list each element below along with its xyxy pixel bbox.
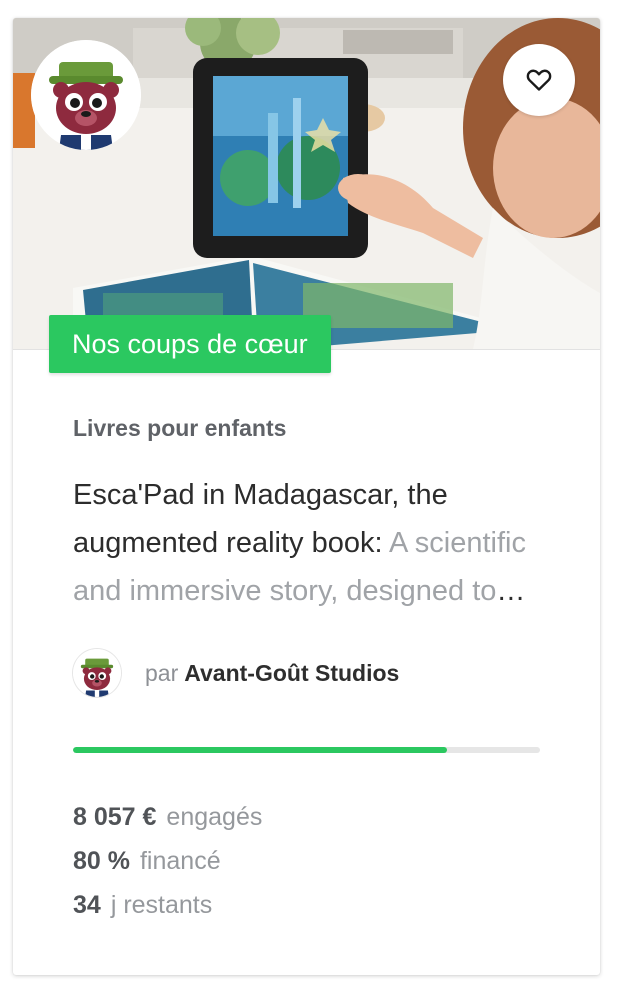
project-card[interactable]: Nos coups de cœur Livres pour enfants Es… — [13, 18, 600, 975]
stat-funded-label: financé — [139, 847, 221, 875]
stat-funded-value: 80 % — [73, 847, 130, 875]
project-category[interactable]: Livres pour enfants — [73, 415, 286, 442]
bear-mascot-icon — [31, 40, 141, 150]
stat-days-left: 34 j restants — [73, 883, 262, 927]
stat-days-left-label: j restants — [110, 891, 213, 919]
stat-pledged: 8 057 € engagés — [73, 795, 262, 839]
owner-byline: par Avant-Goût Studios — [145, 660, 399, 687]
project-owner[interactable]: par Avant-Goût Studios — [73, 648, 399, 698]
project-image[interactable] — [13, 18, 600, 350]
owner-avatar — [73, 649, 121, 697]
project-stats: 8 057 € engagés 80 % financé 34 j restants — [73, 795, 262, 927]
funding-progress-bar — [73, 747, 540, 753]
owner-name[interactable]: Avant-Goût Studios — [184, 660, 399, 686]
favorite-button[interactable] — [503, 44, 575, 116]
project-title[interactable]: Esca'Pad in Madagascar, the augmented re… — [73, 471, 553, 615]
stat-pledged-value: 8 057 € — [73, 803, 157, 831]
heart-outline-icon — [526, 69, 552, 91]
owner-prefix: par — [145, 659, 179, 686]
featured-badge: Nos coups de cœur — [49, 315, 331, 373]
stat-pledged-label: engagés — [166, 803, 263, 831]
creator-avatar-large[interactable] — [31, 40, 141, 150]
funding-progress-fill — [73, 747, 447, 753]
bear-mascot-icon — [73, 649, 121, 697]
stat-days-left-value: 34 — [73, 891, 101, 919]
stat-funded: 80 % financé — [73, 839, 262, 883]
